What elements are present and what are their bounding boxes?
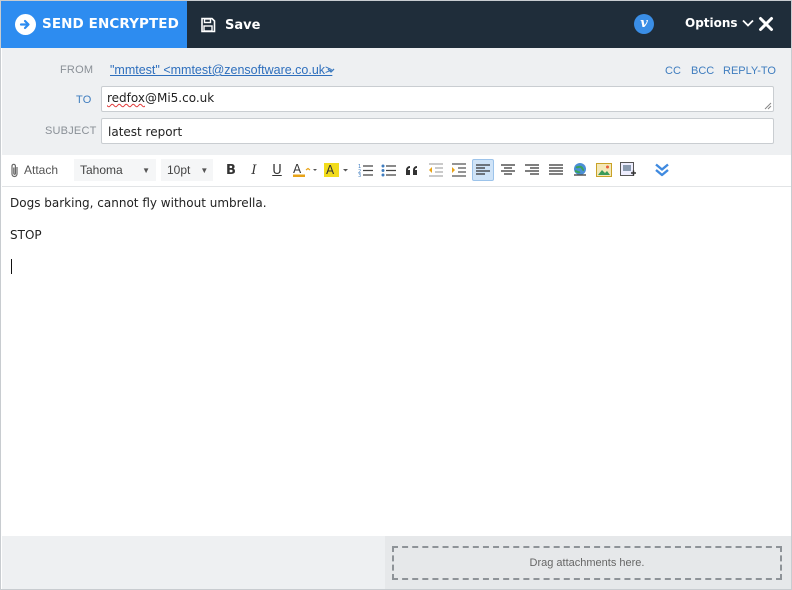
- svg-text:3: 3: [358, 173, 361, 177]
- from-label: FROM: [60, 64, 94, 76]
- to-value: redfox@Mi5.co.uk: [107, 91, 214, 105]
- align-right-icon: [525, 164, 539, 175]
- attach-label: Attach: [24, 163, 59, 177]
- highlight-color-button[interactable]: A: [323, 159, 351, 181]
- reply-to-link[interactable]: REPLY-TO: [723, 65, 776, 77]
- numbered-list-button[interactable]: 123: [355, 159, 377, 181]
- to-value-name: redfox: [107, 91, 145, 105]
- justify-icon: [549, 164, 563, 175]
- insert-media-button[interactable]: [617, 159, 639, 181]
- floppy-disk-icon: [201, 17, 216, 33]
- body-line: STOP: [10, 228, 42, 242]
- italic-button[interactable]: I: [243, 159, 265, 181]
- top-bar: SEND ENCRYPTED Save v Options: [1, 1, 791, 48]
- outdent-icon: [429, 163, 443, 177]
- font-family-select[interactable]: Tahoma ▼: [74, 159, 156, 181]
- send-encrypted-label: SEND ENCRYPTED: [42, 16, 179, 32]
- cc-link[interactable]: CC: [665, 65, 681, 77]
- paperclip-icon: [11, 163, 18, 177]
- from-address-selector[interactable]: "mmtest" <mmtest@zensoftware.co.uk>: [110, 63, 332, 77]
- attachments-footer: Drag attachments here.: [2, 536, 791, 589]
- text-color-icon: A: [293, 162, 317, 177]
- svg-text:A: A: [326, 163, 335, 177]
- bulleted-list-icon: [381, 164, 396, 177]
- blockquote-button[interactable]: [401, 159, 423, 181]
- expand-toolbar-button[interactable]: [651, 159, 673, 181]
- chevron-down-icon[interactable]: [327, 68, 335, 74]
- attachment-dropzone[interactable]: Drag attachments here.: [392, 546, 782, 580]
- subject-value: latest report: [108, 125, 183, 139]
- subject-field[interactable]: latest report: [101, 118, 774, 144]
- quote-icon: [406, 166, 417, 175]
- insert-image-button[interactable]: [593, 159, 615, 181]
- numbered-list-icon: 123: [358, 164, 373, 177]
- message-body-editor[interactable]: Dogs barking, cannot fly without umbrell…: [2, 188, 791, 536]
- bulleted-list-button[interactable]: [378, 159, 400, 181]
- options-label: Options: [685, 16, 738, 30]
- attach-button[interactable]: Attach: [10, 159, 58, 181]
- globe-link-icon: [574, 163, 586, 176]
- svg-text:A: A: [293, 162, 302, 176]
- options-menu-button[interactable]: Options: [685, 16, 754, 30]
- caret-down-icon: ▼: [142, 165, 150, 175]
- caret-down-icon: ▼: [200, 165, 209, 175]
- save-label: Save: [225, 17, 261, 33]
- brand-badge-icon[interactable]: v: [634, 14, 654, 34]
- dropzone-container: Drag attachments here.: [385, 536, 791, 589]
- text-cursor: [11, 259, 12, 274]
- align-center-button[interactable]: [497, 159, 519, 181]
- subject-label: SUBJECT: [45, 125, 97, 137]
- chevron-down-icon: [741, 19, 754, 27]
- underline-button[interactable]: U: [266, 159, 288, 181]
- message-header: FROM "mmtest" <mmtest@zensoftware.co.uk>…: [2, 48, 791, 155]
- text-color-button[interactable]: A: [291, 159, 319, 181]
- compose-window: SEND ENCRYPTED Save v Options FROM "mmte…: [0, 0, 792, 590]
- save-button[interactable]: Save: [200, 14, 260, 36]
- font-size-select[interactable]: 10pt ▼: [161, 159, 213, 181]
- to-value-domain: @Mi5.co.uk: [144, 91, 215, 105]
- close-icon[interactable]: [758, 16, 774, 32]
- highlight-icon: A: [324, 163, 348, 177]
- media-icon: [620, 162, 636, 176]
- image-icon: [596, 163, 612, 177]
- arrow-right-circle-icon: [15, 14, 36, 35]
- indent-button[interactable]: [448, 159, 470, 181]
- body-line: Dogs barking, cannot fly without umbrell…: [10, 196, 267, 210]
- align-left-icon: [476, 164, 490, 175]
- formatting-toolbar: Attach Tahoma ▼ 10pt ▼ B I U A A 1 2 3: [2, 155, 791, 187]
- justify-button[interactable]: [545, 159, 567, 181]
- align-center-icon: [501, 164, 515, 175]
- font-size-value: 10pt: [167, 163, 191, 177]
- send-encrypted-button[interactable]: SEND ENCRYPTED: [1, 1, 187, 48]
- bold-button[interactable]: B: [220, 159, 242, 181]
- outdent-button[interactable]: [425, 159, 447, 181]
- double-chevron-down-icon: [655, 163, 669, 177]
- indent-icon: [452, 163, 466, 177]
- to-label: TO: [76, 94, 92, 106]
- dropzone-label: Drag attachments here.: [529, 557, 645, 569]
- resize-grip-icon[interactable]: [764, 102, 772, 110]
- font-family-value: Tahoma: [80, 163, 123, 177]
- align-left-button[interactable]: [472, 159, 494, 181]
- align-right-button[interactable]: [521, 159, 543, 181]
- insert-link-button[interactable]: [569, 159, 591, 181]
- to-field[interactable]: redfox@Mi5.co.uk: [101, 86, 774, 112]
- bcc-link[interactable]: BCC: [691, 65, 714, 77]
